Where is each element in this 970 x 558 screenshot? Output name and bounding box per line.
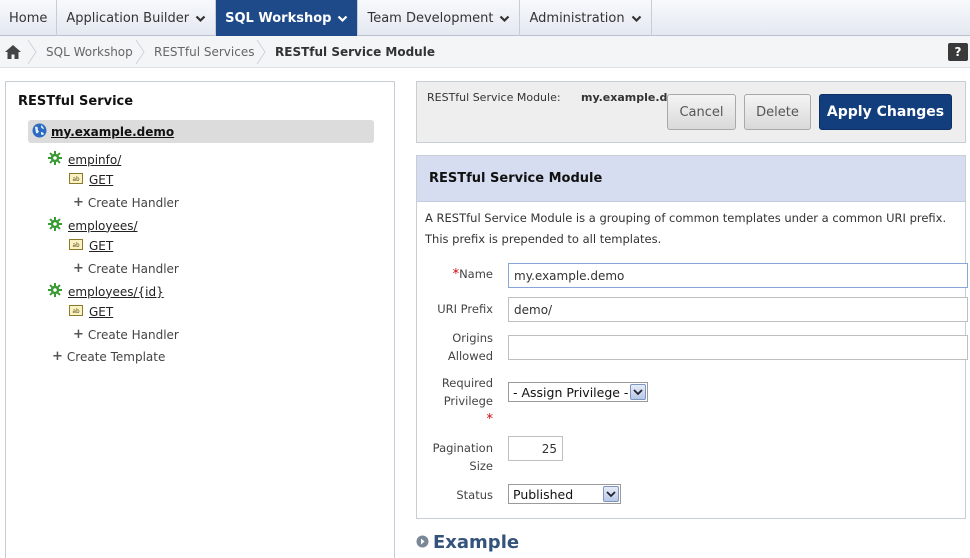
module-label: RESTful Service Module: [427,91,561,104]
pagination-label-line1: Pagination [432,441,493,455]
tree-root-module[interactable]: my.example.demo [28,120,374,143]
privilege-select-value: - Assign Privilege - [513,384,629,400]
create-template-link[interactable]: + Create Template [52,349,165,364]
plus-icon: + [73,195,84,210]
svg-text:ab: ab [72,308,80,315]
tab-home[interactable]: Home [0,0,58,36]
create-handler-link[interactable]: + Create Handler [73,195,179,210]
tab-team-development[interactable]: Team Development [358,0,521,36]
globe-icon [32,123,47,141]
handler-icon: ab [69,305,83,319]
tree-handler-label: GET [89,173,114,187]
plus-icon: + [73,327,84,342]
tab-label: Administration [529,10,625,26]
handler-icon: ab [69,173,83,187]
status-select[interactable]: Published [508,484,621,504]
privilege-select[interactable]: - Assign Privilege - [508,382,648,402]
privilege-label-line2: Privilege [443,394,493,408]
tree-template-employees-id[interactable]: employees/{id} [48,283,164,300]
chevron-down-icon [195,13,206,24]
tree-template-empinfo[interactable]: empinfo/ [48,151,121,168]
tab-label: Home [9,10,48,26]
pagination-size-label: Pagination Size [431,439,493,475]
tree-handler-label: GET [89,305,114,319]
pagination-size-input[interactable]: 25 [508,436,563,461]
delete-button[interactable]: Delete [744,94,811,130]
tab-label: SQL Workshop [225,10,332,26]
breadcrumb-restful-services[interactable]: RESTful Services [154,36,254,68]
tree-handler-get[interactable]: ab GET [69,173,113,187]
origins-label-line1: Origins [452,331,493,345]
tree-handler-label: GET [89,239,114,253]
create-template-label: Create Template [66,349,166,364]
tree-handler-get[interactable]: ab GET [69,305,113,319]
breadcrumb-separator-icon [256,40,266,64]
create-handler-label: Create Handler [87,261,179,276]
top-navigation: Home Application Builder SQL Workshop Te… [0,0,970,36]
restful-service-tree: RESTful Service my.example.demo empinfo/… [5,81,395,558]
tab-label: Application Builder [66,10,190,26]
cancel-button[interactable]: Cancel [667,94,736,130]
gear-icon [48,217,62,234]
breadcrumb: SQL Workshop RESTful Services RESTful Se… [0,36,970,68]
tree-template-label: employees/ [68,218,138,233]
breadcrumb-sql-workshop[interactable]: SQL Workshop [46,36,133,68]
tab-application-builder[interactable]: Application Builder [57,0,217,36]
gear-icon [48,283,62,300]
apply-changes-button[interactable]: Apply Changes [819,94,952,130]
tab-label: Team Development [367,10,494,26]
expand-arrow-icon [416,535,429,551]
plus-icon: + [73,261,84,276]
tree-title: RESTful Service [18,94,134,109]
origins-allowed-label: Origins Allowed [437,329,493,365]
status-label: Status [456,488,493,502]
pagination-label-line2: Size [469,459,493,473]
create-handler-label: Create Handler [87,327,179,342]
region-title: RESTful Service Module [417,156,965,202]
svg-text:ab: ab [72,176,80,183]
chevron-down-icon [630,384,646,400]
required-privilege-label: Required Privilege * [437,374,493,429]
chevron-down-icon [603,486,619,502]
handler-icon: ab [69,239,83,253]
breadcrumb-separator-icon [135,40,145,64]
chevron-down-icon [631,13,642,24]
action-bar: RESTful Service Module: my.example.demo … [416,81,966,143]
example-title: Example [433,532,520,553]
region-description: A RESTful Service Module is a grouping o… [425,211,947,246]
help-icon[interactable]: ? [948,43,968,61]
tree-template-label: employees/{id} [68,284,164,299]
name-label-text: Name [459,267,493,281]
name-input[interactable]: my.example.demo [508,263,968,288]
tab-sql-workshop[interactable]: SQL Workshop [216,0,359,36]
breadcrumb-current: RESTful Service Module [275,45,435,59]
breadcrumb-separator-icon [27,40,37,64]
chevron-down-icon [499,13,510,24]
chevron-down-icon [337,13,348,24]
tree-template-employees[interactable]: employees/ [48,217,138,234]
gear-icon [48,151,62,168]
tree-root-label: my.example.demo [51,124,175,139]
tab-administration[interactable]: Administration [520,0,652,36]
required-marker: * [486,412,494,427]
origins-label-line2: Allowed [447,349,493,363]
create-handler-label: Create Handler [87,195,179,210]
name-label: *Name [437,265,493,284]
origins-allowed-input[interactable] [508,335,968,360]
plus-icon: + [52,349,63,364]
svg-text:ab: ab [72,242,80,249]
tree-handler-get[interactable]: ab GET [69,239,113,253]
module-form-region: RESTful Service Module A RESTful Service… [416,155,968,519]
tree-template-label: empinfo/ [68,152,122,167]
create-handler-link[interactable]: + Create Handler [73,261,179,276]
privilege-label-line1: Required [441,376,493,390]
example-section-toggle[interactable]: Example [416,532,519,553]
create-handler-link[interactable]: + Create Handler [73,327,179,342]
status-select-value: Published [513,486,574,502]
uri-prefix-input[interactable]: demo/ [508,297,968,322]
uri-prefix-label: URI Prefix [437,302,493,316]
home-icon[interactable] [4,44,22,60]
